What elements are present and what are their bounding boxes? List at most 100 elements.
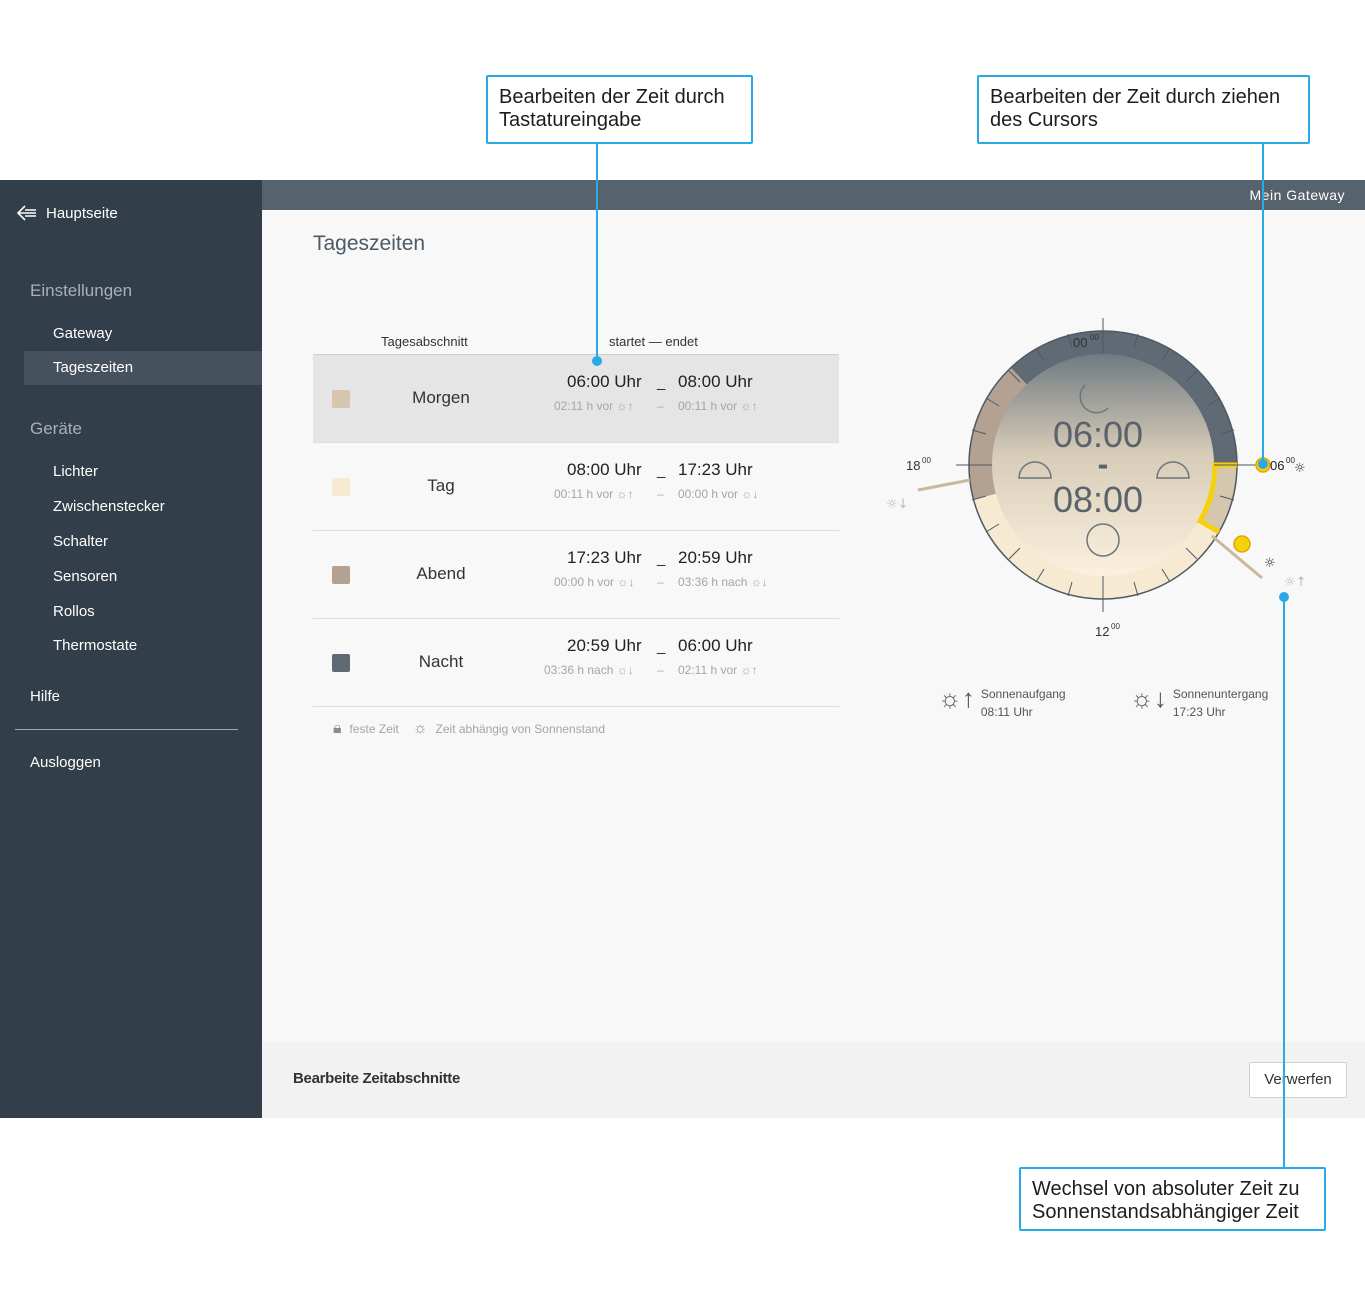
sidebar-item-ausloggen[interactable]: Ausloggen	[30, 754, 101, 771]
label-12: 12	[1095, 624, 1109, 639]
back-label: Hauptseite	[46, 204, 118, 222]
time-separator: _	[657, 462, 666, 479]
relative-separator: –	[657, 575, 664, 589]
start-relative: 00:11 h vor ☼↑	[554, 487, 634, 501]
sun-clock-toggle-icon: ☼	[1294, 461, 1306, 476]
sidebar-item-lichter[interactable]: Lichter	[24, 455, 262, 489]
sidebar-item-tageszeiten[interactable]: Tageszeiten	[24, 351, 262, 385]
sidebar-divider	[15, 729, 238, 730]
end-time-input[interactable]: 17:23 Uhr	[678, 460, 753, 480]
end-time-input[interactable]: 20:59 Uhr	[678, 548, 753, 568]
sunrise-marker-icon: ☼↑	[1284, 575, 1307, 590]
end-relative: 02:11 h vor ☼↑	[678, 663, 758, 677]
drag-cursor-end	[1233, 535, 1251, 553]
page-title: Tageszeiten	[313, 232, 426, 255]
start-relative: 00:00 h vor ☼↓	[554, 575, 635, 589]
start-time-input[interactable]: 20:59 Uhr	[567, 636, 642, 656]
footer-title: Bearbeite Zeitabschnitte	[293, 1070, 461, 1087]
label-06: 06	[1270, 458, 1284, 473]
legend-sun: Zeit abhängig von Sonnenstand	[435, 722, 606, 736]
footer-bar: Bearbeite Zeitabschnitte Verwerfen	[262, 1042, 1365, 1118]
end-relative: 03:36 h nach ☼↓	[678, 575, 768, 589]
column-header-section: Tagesabschnitt	[381, 334, 468, 349]
sunrise-label: Sonnenaufgang	[980, 687, 1066, 701]
color-swatch	[332, 478, 350, 496]
connector-switch	[1283, 597, 1285, 1168]
sunset-label: Sonnenuntergang	[1172, 687, 1269, 701]
sun-clock-icon: ☼	[412, 720, 428, 737]
start-relative: 02:11 h vor ☼↑	[554, 399, 634, 413]
color-swatch	[332, 566, 350, 584]
color-swatch	[332, 654, 350, 672]
sidebar-item-rollos[interactable]: Rollos	[24, 595, 262, 629]
sidebar-item-schalter[interactable]: Schalter	[24, 525, 262, 559]
end-relative: 00:11 h vor ☼↑	[678, 399, 758, 413]
table-row-tag[interactable]: Tag 08:00 Uhr _ 17:23 Uhr 00:11 h vor ☼↑…	[313, 443, 839, 531]
sunset-info: ☼↓ Sonnenuntergang 17:23 Uhr	[1130, 685, 1268, 721]
relative-separator: –	[657, 663, 664, 677]
time-separator: _	[657, 638, 666, 655]
time-separator: _	[657, 374, 666, 391]
callout-keyboard: Bearbeiten der Zeit durch Tastatureingab…	[486, 75, 753, 144]
legend-fixed: feste Zeit	[349, 722, 399, 736]
connector-dot-switch	[1279, 592, 1289, 602]
color-swatch	[332, 390, 350, 408]
callout-cursor: Bearbeiten der Zeit durch ziehen des Cur…	[977, 75, 1310, 144]
sunset-icon: ☼↓	[1130, 683, 1167, 713]
row-name: Morgen	[412, 388, 470, 407]
table-row-abend[interactable]: Abend 17:23 Uhr _ 20:59 Uhr 00:00 h vor …	[313, 531, 839, 619]
page: Bearbeiten der Zeit durch Tastatureingab…	[0, 0, 1365, 1289]
label-18-sup: 00	[922, 456, 931, 465]
main-content: Tageszeiten Tagesabschnitt startet — end…	[262, 210, 1365, 1042]
arrow-left-icon	[16, 205, 36, 221]
sidebar: Hauptseite Einstellungen Gateway Tagesze…	[0, 180, 262, 1118]
legend: 🔒︎ feste Zeit ☼ Zeit abhängig von Sonnen…	[333, 720, 605, 738]
connector-keyboard	[596, 144, 598, 361]
row-name: Tag	[427, 476, 455, 495]
relative-separator: –	[657, 487, 664, 501]
section-settings: Einstellungen	[30, 281, 133, 300]
center-end-time: 08:00	[1053, 479, 1143, 520]
column-header-times: startet — endet	[609, 334, 698, 349]
end-time-input[interactable]: 06:00 Uhr	[678, 636, 753, 656]
start-time-input[interactable]: 17:23 Uhr	[567, 548, 642, 568]
start-time-input[interactable]: 08:00 Uhr	[567, 460, 642, 480]
table-row-morgen[interactable]: Morgen 06:00 Uhr _ 08:00 Uhr 02:11 h vor…	[313, 355, 839, 443]
sidebar-item-zwischenstecker[interactable]: Zwischenstecker	[24, 490, 262, 524]
callout-switch: Wechsel von absoluter Zeit zu Sonnenstan…	[1019, 1167, 1326, 1231]
end-relative: 00:00 h vor ☼↓	[678, 487, 759, 501]
sidebar-item-sensoren[interactable]: Sensoren	[24, 560, 262, 594]
row-name: Nacht	[418, 652, 464, 671]
sunrise-info: ☼↑ Sonnenaufgang 08:11 Uhr	[938, 685, 1066, 721]
label-00: 00	[1073, 335, 1087, 350]
start-relative: 03:36 h nach ☼↓	[544, 663, 634, 677]
label-00-sup: 00	[1090, 333, 1099, 342]
center-dash: -	[1098, 446, 1109, 482]
label-18: 18	[906, 458, 920, 473]
label-12-sup: 00	[1111, 622, 1120, 631]
connector-dot-keyboard	[592, 356, 602, 366]
connector-cursor	[1262, 144, 1264, 464]
sunset-time: 17:23 Uhr	[1172, 705, 1226, 719]
app-window: Hauptseite Einstellungen Gateway Tagesze…	[0, 180, 1365, 1118]
table-row-nacht[interactable]: Nacht 20:59 Uhr _ 06:00 Uhr 03:36 h nach…	[313, 619, 839, 707]
sunset-handle	[917, 478, 971, 492]
sidebar-item-thermostate[interactable]: Thermostate	[24, 629, 262, 663]
sidebar-item-gateway[interactable]: Gateway	[24, 317, 262, 351]
start-time-input[interactable]: 06:00 Uhr	[567, 372, 642, 392]
sunrise-icon: ☼↑	[938, 683, 975, 713]
lock-icon: 🔒︎	[333, 720, 342, 737]
sunset-marker-icon: ☼↓	[886, 497, 909, 512]
discard-button[interactable]: Verwerfen	[1249, 1062, 1347, 1098]
topbar: Mein Gateway	[262, 180, 1365, 210]
relative-separator: –	[657, 399, 664, 413]
time-separator: _	[657, 550, 666, 567]
sun-clock-toggle-icon-2: ☼	[1264, 556, 1276, 571]
back-link[interactable]: Hauptseite	[16, 204, 118, 222]
connector-dot-cursor	[1258, 459, 1268, 469]
sidebar-item-hilfe[interactable]: Hilfe	[30, 688, 60, 705]
section-devices: Geräte	[30, 419, 82, 438]
row-name: Abend	[416, 564, 466, 583]
sunrise-time: 08:11 Uhr	[980, 705, 1033, 719]
end-time-input[interactable]: 08:00 Uhr	[678, 372, 753, 392]
